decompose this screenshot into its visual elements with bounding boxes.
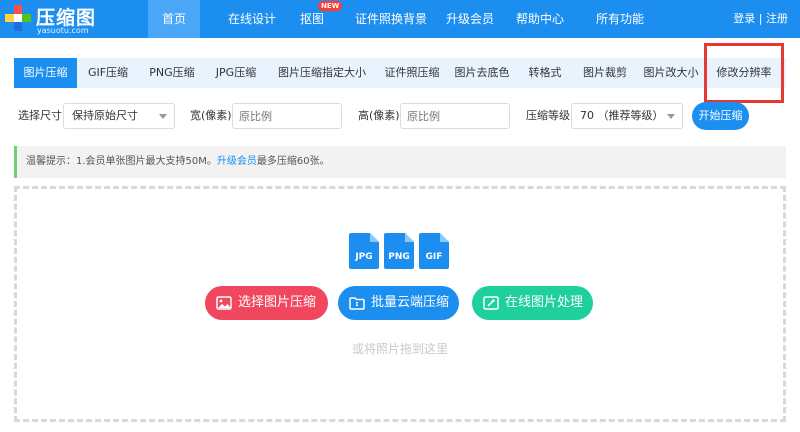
tab-gif-compress[interactable]: GIF压缩	[77, 58, 139, 88]
tab-compress-to-size[interactable]: 图片压缩指定大小	[267, 58, 377, 88]
edit-image-icon	[483, 296, 499, 310]
tab-remove-background[interactable]: 图片去底色	[447, 58, 517, 88]
batch-cloud-compress-label: 批量云端压缩	[371, 295, 450, 310]
tab-image-crop[interactable]: 图片裁剪	[573, 58, 637, 88]
size-select[interactable]: 保持原始尺寸	[63, 103, 175, 129]
login-register-link[interactable]: 登录 | 注册	[733, 0, 788, 38]
png-file-label: PNG	[388, 252, 410, 262]
gif-file-icon: GIF	[419, 233, 449, 269]
jpg-file-label: JPG	[354, 252, 372, 262]
tab-convert-format[interactable]: 转格式	[517, 58, 573, 88]
start-compress-button[interactable]: 开始压缩	[692, 102, 749, 130]
upgrade-vip-link[interactable]: 升级会员	[217, 156, 257, 167]
new-badge: NEW	[318, 1, 343, 11]
tool-tabs: 图片压缩 GIF压缩 PNG压缩 JPG压缩 图片压缩指定大小 证件照压缩 图片…	[14, 43, 786, 103]
tab-id-photo-compress[interactable]: 证件照压缩	[377, 58, 447, 88]
gif-file-label: GIF	[426, 252, 443, 262]
tab-change-resolution[interactable]: 修改分辨率	[704, 43, 784, 103]
drop-hint: 或将照片拖到这里	[351, 342, 448, 356]
logo[interactable]: 压缩图 yasuotu.com	[4, 2, 134, 36]
level-select[interactable]: 70 （推荐等级）	[571, 103, 683, 129]
width-label: 宽(像素)	[190, 109, 232, 122]
online-image-process-button[interactable]: 在线图片处理	[472, 286, 593, 320]
size-label: 选择尺寸	[18, 109, 62, 122]
level-select-value: 70 （推荐等级）	[580, 109, 664, 122]
image-icon	[216, 296, 232, 310]
nav-online-design[interactable]: 在线设计	[216, 0, 288, 38]
online-image-process-label: 在线图片处理	[505, 295, 584, 310]
size-select-value: 保持原始尺寸	[72, 109, 138, 122]
tip-banner: 温馨提示：1.会员单张图片最大支持50M。升级会员最多压缩60张。	[14, 146, 786, 178]
nav-help-center[interactable]: 帮助中心	[512, 0, 568, 38]
chevron-down-icon	[159, 114, 167, 119]
tip-text: 温馨提示：1.会员单张图片最大支持50M。	[26, 156, 217, 167]
jpg-file-icon: JPG	[349, 233, 379, 269]
nav-upgrade-vip[interactable]: 升级会员	[444, 0, 496, 38]
select-image-compress-button[interactable]: 选择图片压缩	[205, 286, 328, 320]
tab-image-compress[interactable]: 图片压缩	[14, 58, 77, 88]
nav-all-features[interactable]: 所有功能	[592, 0, 648, 38]
top-navbar: 压缩图 yasuotu.com 首页 在线设计 抠图 NEW 证件照换背景 升级…	[0, 0, 800, 38]
level-label: 压缩等级	[526, 109, 570, 122]
logo-domain: yasuotu.com	[37, 26, 89, 35]
nav-home[interactable]: 首页	[148, 0, 200, 38]
tab-resize-image[interactable]: 图片改大小	[637, 58, 705, 88]
logo-cross-icon	[5, 5, 31, 31]
tip-suffix: 最多压缩60张。	[256, 156, 330, 167]
select-image-compress-label: 选择图片压缩	[238, 295, 317, 310]
chevron-down-icon	[667, 114, 675, 119]
nav-id-photo-bg[interactable]: 证件照换背景	[346, 0, 436, 38]
height-label: 高(像素)	[358, 109, 400, 122]
width-input[interactable]	[232, 103, 342, 129]
batch-cloud-compress-button[interactable]: 批量云端压缩	[338, 286, 459, 320]
tab-png-compress[interactable]: PNG压缩	[139, 58, 205, 88]
tab-jpg-compress[interactable]: JPG压缩	[205, 58, 267, 88]
zip-folder-icon	[349, 297, 365, 310]
height-input[interactable]	[400, 103, 510, 129]
png-file-icon: PNG	[384, 233, 414, 269]
